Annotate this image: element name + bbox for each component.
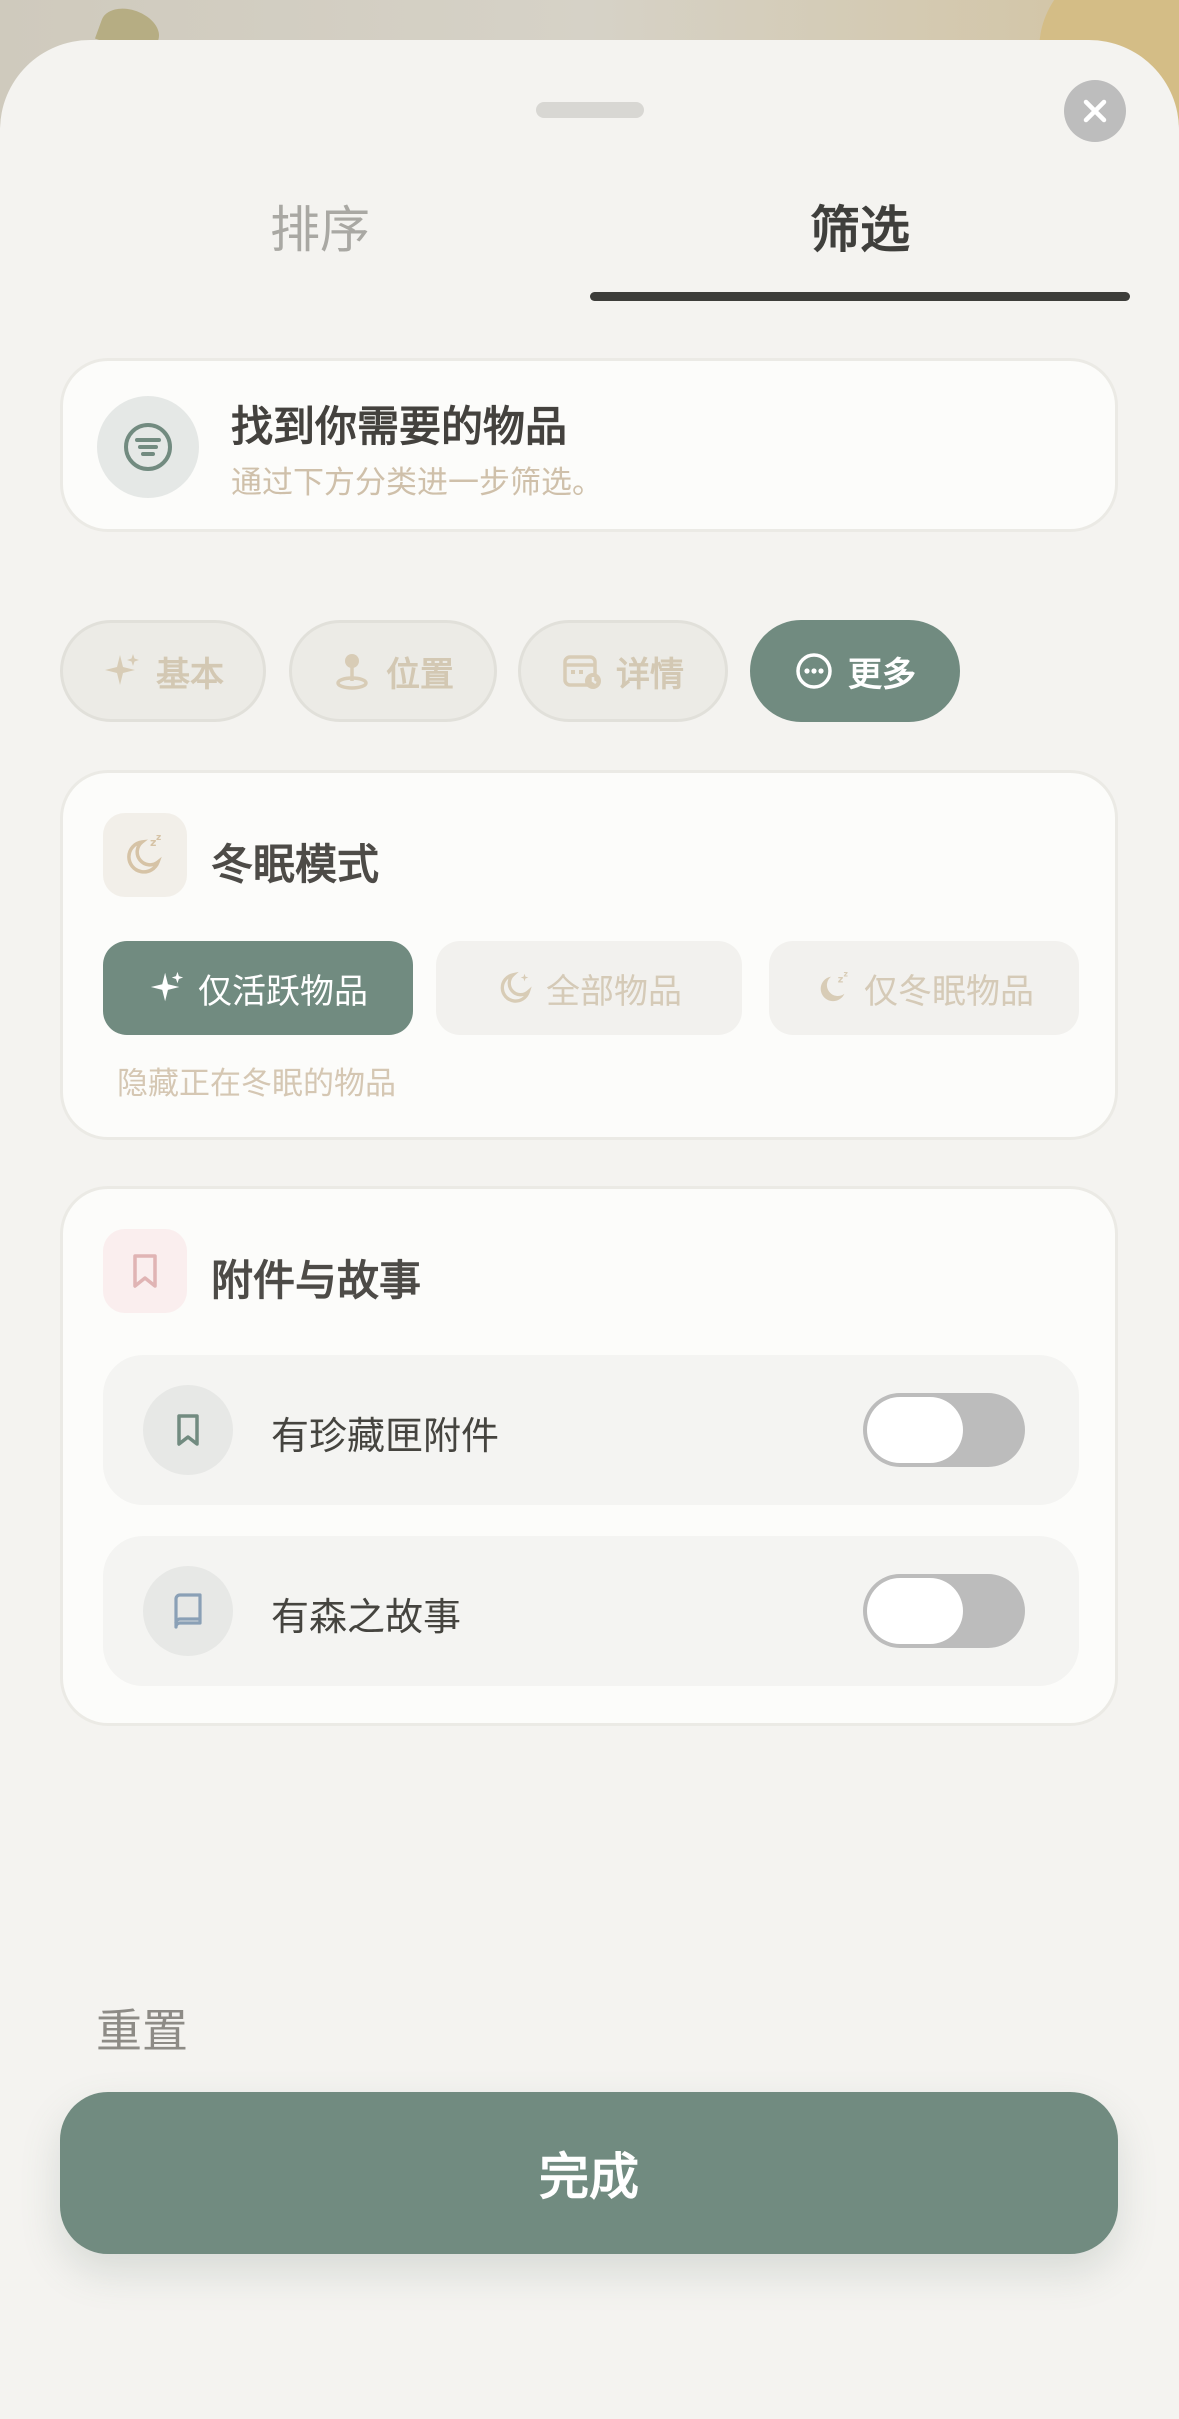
- hibernation-card: z z 冬眠模式 仅活跃物品 全部物品 z z 仅冬眠物品 隐藏正在冬眠的物品: [60, 770, 1118, 1140]
- toggle-knob: [867, 1397, 963, 1463]
- row-icon-wrap: [143, 1385, 233, 1475]
- reset-button[interactable]: 重置: [96, 1995, 188, 2061]
- sleep-moon-icon: z z: [820, 970, 848, 1002]
- row-label: 有珍藏匣附件: [271, 1414, 500, 1458]
- option-label: 仅活跃物品: [198, 971, 368, 1012]
- option-active-only[interactable]: 仅活跃物品: [103, 941, 413, 1035]
- category-chips: 基本 位置 详情 更多: [60, 620, 1120, 724]
- bookmark-icon: [103, 1229, 187, 1313]
- more-dots-icon: [796, 653, 832, 689]
- row-has-story: 有森之故事: [103, 1536, 1079, 1686]
- svg-text:z: z: [843, 970, 848, 979]
- chip-label: 更多: [848, 654, 916, 695]
- chip-label: 位置: [386, 654, 454, 695]
- tab-bar: 排序 筛选: [0, 160, 1179, 310]
- done-button[interactable]: 完成: [60, 2092, 1118, 2254]
- tab-filter[interactable]: 筛选: [590, 190, 1130, 270]
- row-label: 有森之故事: [271, 1595, 462, 1639]
- sparkle-icon: [150, 971, 184, 1002]
- hibernation-hint: 隐藏正在冬眠的物品: [117, 1066, 396, 1102]
- attachments-title: 附件与故事: [211, 1256, 422, 1305]
- intro-subtitle: 通过下方分类进一步筛选。: [231, 465, 603, 501]
- moon-icon: [500, 971, 532, 1003]
- story-toggle[interactable]: [863, 1574, 1025, 1648]
- tab-sort[interactable]: 排序: [50, 190, 590, 270]
- toggle-knob: [867, 1578, 963, 1644]
- sheet-grabber[interactable]: [536, 102, 644, 118]
- close-button[interactable]: [1064, 80, 1126, 142]
- close-icon: [1083, 99, 1107, 123]
- row-has-attachment: 有珍藏匣附件: [103, 1355, 1079, 1505]
- bookmark-icon: [177, 1414, 199, 1446]
- filter-sheet: 排序 筛选 找到你需要的物品 通过下方分类进一步筛选。 基本 位置 详情 更多 …: [0, 40, 1179, 2419]
- book-icon: [174, 1593, 202, 1629]
- chip-detail[interactable]: 详情: [518, 620, 728, 722]
- intro-card: 找到你需要的物品 通过下方分类进一步筛选。: [60, 358, 1118, 532]
- chip-basic[interactable]: 基本: [60, 620, 266, 722]
- svg-text:z: z: [156, 833, 161, 843]
- tab-indicator: [590, 292, 1130, 301]
- chip-more[interactable]: 更多: [750, 620, 960, 722]
- attachments-card: 附件与故事 有珍藏匣附件 有森之故事: [60, 1186, 1118, 1726]
- option-all-items[interactable]: 全部物品: [436, 941, 742, 1035]
- sparkle-icon: [105, 654, 139, 685]
- attachment-toggle[interactable]: [863, 1393, 1025, 1467]
- filter-icon: [97, 396, 199, 498]
- intro-title: 找到你需要的物品: [231, 402, 568, 451]
- location-pin-icon: [336, 654, 368, 690]
- option-label: 仅冬眠物品: [864, 971, 1034, 1012]
- calendar-icon: [563, 655, 601, 689]
- chip-label: 基本: [156, 654, 224, 695]
- sleep-moon-icon: z z: [103, 813, 187, 897]
- row-icon-wrap: [143, 1566, 233, 1656]
- option-label: 全部物品: [546, 971, 682, 1012]
- option-hibernating-only[interactable]: z z 仅冬眠物品: [769, 941, 1079, 1035]
- chip-label: 详情: [616, 654, 684, 695]
- chip-location[interactable]: 位置: [289, 620, 497, 722]
- hibernation-title: 冬眠模式: [211, 840, 380, 889]
